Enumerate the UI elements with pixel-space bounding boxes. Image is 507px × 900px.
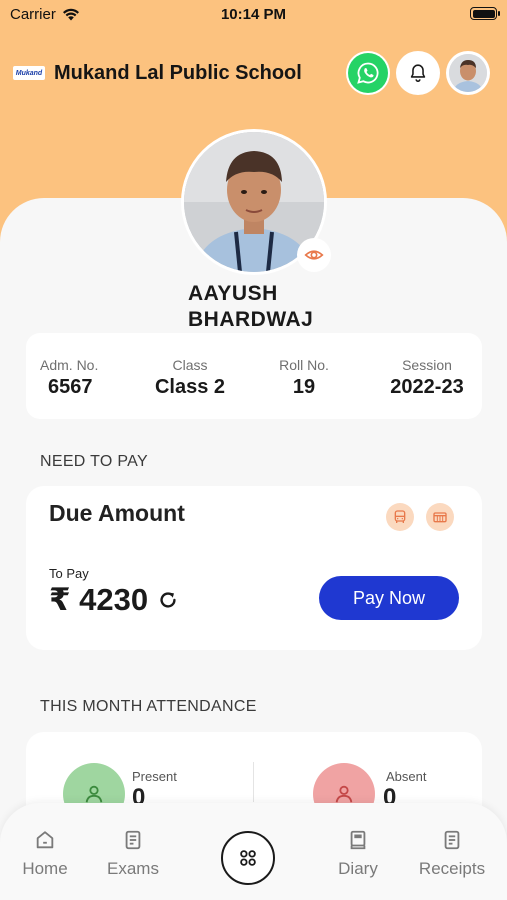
due-amount: ₹ 4230	[49, 582, 179, 618]
pay-now-button[interactable]: Pay Now	[319, 576, 459, 620]
need-to-pay-heading: NEED TO PAY	[40, 453, 148, 470]
clock: 10:14 PM	[220, 6, 287, 23]
status-bar: Carrier 10:14 PM	[0, 0, 507, 30]
exams-icon	[125, 830, 141, 850]
receipts-icon	[444, 830, 460, 850]
bus-icon[interactable]	[386, 503, 414, 531]
home-icon	[36, 831, 54, 849]
school-logo: Mukand	[13, 66, 45, 80]
whatsapp-button[interactable]	[346, 51, 390, 95]
due-amount-card: Due Amount To Pay ₹ 4230 Pay Now	[26, 486, 482, 650]
attendance-heading: THIS MONTH ATTENDANCE	[40, 698, 257, 715]
refresh-icon[interactable]	[157, 589, 179, 611]
bottom-navigation: Home Exams Diary Receipts	[0, 803, 507, 900]
avatar	[449, 54, 487, 92]
to-pay-label: To Pay	[49, 566, 89, 581]
divider	[253, 762, 254, 802]
nav-exams-label: Exams	[107, 859, 159, 878]
absent-label: Absent	[386, 769, 427, 784]
nav-diary[interactable]: Diary	[333, 829, 383, 879]
app-header: Mukand Mukand Lal Public School	[0, 50, 507, 98]
notifications-button[interactable]	[396, 51, 440, 95]
diary-icon	[350, 830, 366, 850]
nav-receipts[interactable]: Receipts	[414, 829, 490, 879]
whatsapp-icon	[348, 53, 388, 93]
nav-receipts-label: Receipts	[418, 859, 486, 878]
student-name: AAYUSH BHARDWAJ	[188, 282, 314, 331]
nav-exams[interactable]: Exams	[102, 829, 164, 879]
menu-grid-button[interactable]	[221, 831, 275, 885]
class-info: Class Class 2	[154, 357, 226, 398]
profile-avatar-button[interactable]	[446, 51, 490, 95]
grid-icon	[240, 850, 256, 866]
nav-home[interactable]: Home	[16, 829, 74, 879]
view-photo-button[interactable]	[297, 238, 331, 272]
due-amount-title: Due Amount	[49, 500, 185, 526]
present-label: Present	[132, 769, 177, 784]
student-info-card: Adm. No. 6567 Class Class 2 Roll No. 19 …	[26, 333, 482, 419]
amount-value: ₹ 4230	[49, 582, 149, 617]
nav-home-label: Home	[22, 859, 68, 878]
school-name: Mukand Lal Public School	[54, 62, 302, 84]
session-info: Session 2022-23	[390, 357, 464, 398]
bell-icon	[410, 64, 426, 83]
eye-icon	[304, 250, 324, 260]
admission-number: Adm. No. 6567	[40, 357, 99, 398]
nav-diary-label: Diary	[338, 859, 378, 878]
battery-icon	[470, 7, 500, 20]
roll-number: Roll No. 19	[279, 357, 329, 398]
fee-icon[interactable]	[426, 503, 454, 531]
